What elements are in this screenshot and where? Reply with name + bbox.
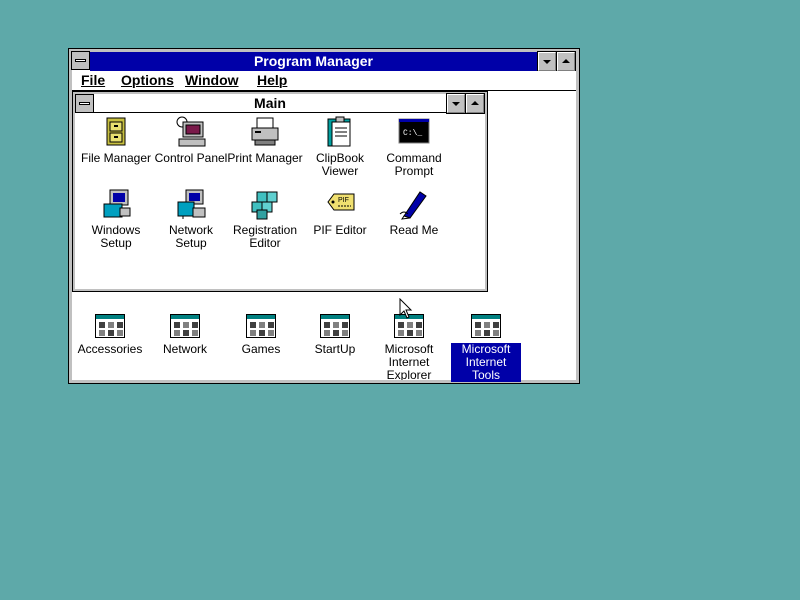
maximize-icon xyxy=(471,101,479,105)
group-icon-microsoft-internet-tools[interactable]: Microsoft Internet Tools xyxy=(447,310,525,382)
window-title: Program Manager xyxy=(253,53,374,69)
main-title: Main xyxy=(254,95,286,111)
group-icon-network[interactable]: Network xyxy=(146,310,224,356)
title-bar[interactable]: Program Manager xyxy=(90,52,537,71)
main-maximize-button[interactable] xyxy=(465,93,485,114)
network-setup-icon xyxy=(175,188,207,220)
main-minimize-button[interactable] xyxy=(446,93,466,114)
main-system-menu-button[interactable] xyxy=(75,94,94,113)
program-item-file-manager[interactable]: File Manager xyxy=(77,116,155,165)
maximize-icon xyxy=(562,59,570,63)
maximize-button[interactable] xyxy=(556,51,576,72)
program-group-icon xyxy=(471,314,501,338)
program-item-label: Print Manager xyxy=(227,151,303,165)
group-label: Accessories xyxy=(77,342,143,356)
menu-window[interactable]: Window xyxy=(182,72,242,88)
program-item-network-setup[interactable]: Network Setup xyxy=(152,188,230,250)
printer-icon xyxy=(249,116,281,148)
program-item-label: Registration Editor xyxy=(232,223,298,250)
group-icon-games[interactable]: Games xyxy=(222,310,300,356)
system-menu-button[interactable] xyxy=(71,51,90,70)
program-item-control-panel[interactable]: Control Panel xyxy=(152,116,230,165)
group-label: Games xyxy=(241,342,281,356)
program-item-registration-editor[interactable]: Registration Editor xyxy=(226,188,304,250)
menu-file[interactable]: File xyxy=(78,72,108,88)
program-group-icon xyxy=(95,314,125,338)
program-item-print-manager[interactable]: Print Manager xyxy=(226,116,304,165)
program-group-icon xyxy=(246,314,276,338)
program-item-label: Command Prompt xyxy=(386,151,442,178)
program-item-clipbook-viewer[interactable]: ClipBook Viewer xyxy=(301,116,379,178)
minimize-button[interactable] xyxy=(537,51,557,72)
program-group-icon xyxy=(170,314,200,338)
group-icon-accessories[interactable]: Accessories xyxy=(71,310,149,356)
file-cabinet-icon xyxy=(100,116,132,148)
program-item-pif-editor[interactable]: PIF PIF Editor xyxy=(301,188,379,237)
setup-computer-icon xyxy=(100,188,132,220)
svg-text:C:\_: C:\_ xyxy=(403,129,422,138)
menu-bar: File Options Window Help xyxy=(72,71,576,91)
system-menu-icon xyxy=(79,102,90,105)
group-label: Microsoft Internet Explorer xyxy=(384,342,434,381)
program-group-icon xyxy=(320,314,350,338)
pif-tag-icon: PIF xyxy=(324,188,356,220)
menu-help[interactable]: Help xyxy=(254,72,290,88)
main-title-bar[interactable]: Main xyxy=(94,94,446,113)
program-item-windows-setup[interactable]: Windows Setup xyxy=(77,188,155,250)
program-item-label: ClipBook Viewer xyxy=(315,151,365,178)
group-icon-startup[interactable]: StartUp xyxy=(296,310,374,356)
mouse-pointer-icon xyxy=(399,298,413,319)
clipbook-icon xyxy=(324,116,356,148)
registry-cubes-icon xyxy=(249,188,281,220)
pen-icon xyxy=(398,188,430,220)
program-item-label: PIF Editor xyxy=(313,223,367,237)
program-item-command-prompt[interactable]: C:\_ Command Prompt xyxy=(375,116,453,178)
menu-options[interactable]: Options xyxy=(118,72,177,88)
group-icon-microsoft-internet-explorer[interactable]: Microsoft Internet Explorer xyxy=(370,310,448,380)
program-item-label: Windows Setup xyxy=(91,223,141,250)
system-menu-icon xyxy=(75,59,86,62)
group-label-selected: Microsoft Internet Tools xyxy=(451,343,521,382)
control-panel-icon xyxy=(175,116,207,148)
minimize-icon xyxy=(543,60,551,64)
terminal-icon: C:\_ xyxy=(398,116,430,148)
minimize-icon xyxy=(452,102,460,106)
group-label: Network xyxy=(162,342,207,356)
svg-text:PIF: PIF xyxy=(338,197,349,204)
program-item-read-me[interactable]: Read Me xyxy=(375,188,453,237)
program-item-label: Control Panel xyxy=(154,151,228,165)
group-label: StartUp xyxy=(314,342,356,356)
program-item-label: File Manager xyxy=(80,151,152,165)
program-item-label: Read Me xyxy=(389,223,439,237)
program-item-label: Network Setup xyxy=(168,223,213,250)
